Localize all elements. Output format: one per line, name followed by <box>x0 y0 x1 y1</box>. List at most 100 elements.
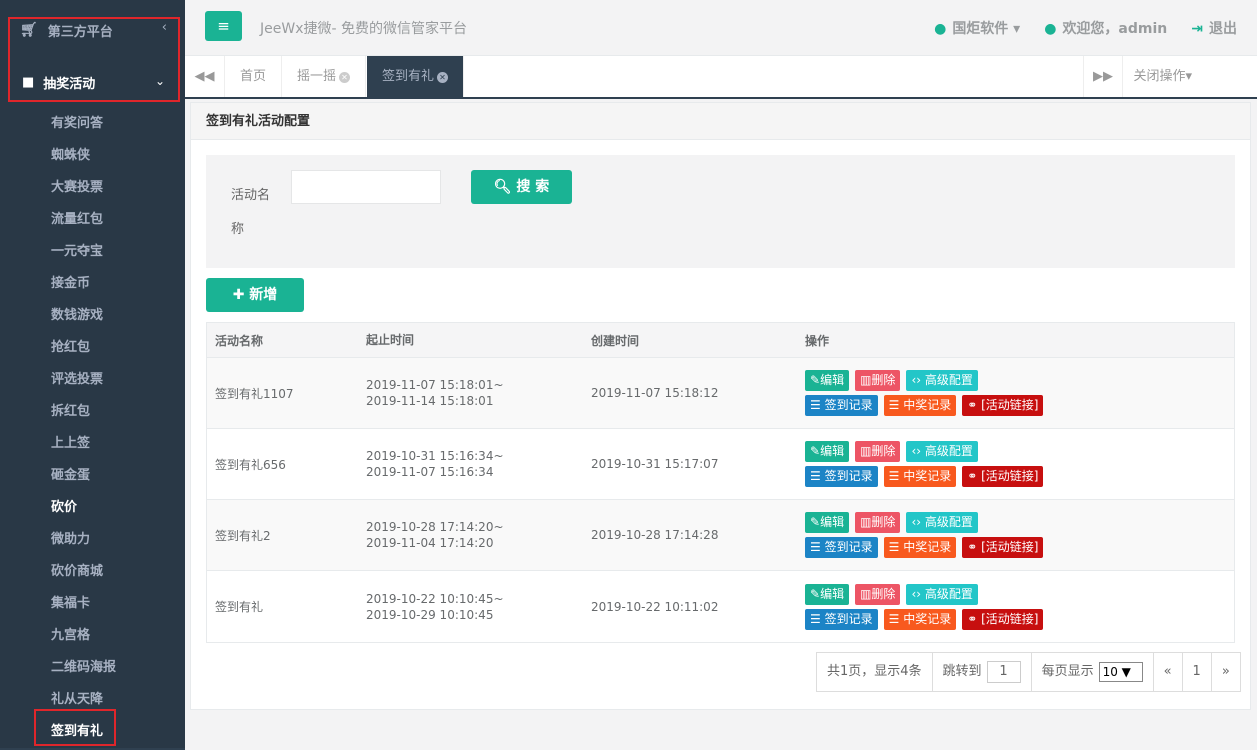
tab-label: 首页 <box>240 69 267 84</box>
sidebar-subitem[interactable]: 大赛投票 <box>0 172 185 204</box>
row-actions: ✎编辑 ▥删除 ‹› 高级配置 ☰ 签到记录 ☰ 中奖记录 ⚭ [活动链接] <box>797 366 1044 420</box>
date-range: 2019-10-28 17:14:20~ 2019-11-04 17:14:20 <box>358 519 583 551</box>
menu-toggle-button[interactable]: ≡ <box>205 11 242 41</box>
sign-out-icon: ⇥ <box>1191 21 1203 37</box>
close-operations-dropdown[interactable]: 关闭操作▾ <box>1122 56 1202 97</box>
link-label: [活动链接] <box>981 469 1039 483</box>
panel-title: 签到有礼活动配置 <box>191 103 1250 140</box>
close-icon[interactable]: ✕ <box>339 72 351 83</box>
edit-button[interactable]: ✎编辑 <box>805 583 850 605</box>
advanced-config-button[interactable]: ‹› 高级配置 <box>906 583 978 605</box>
trash-icon: ▥ <box>860 515 872 529</box>
sign-records-button[interactable]: ☰ 签到记录 <box>805 466 878 487</box>
sidebar-subitem[interactable]: 砍价商城 <box>0 556 185 588</box>
edit-button[interactable]: ✎编辑 <box>805 441 850 462</box>
delete-button[interactable]: ▥删除 <box>855 512 901 533</box>
prev-page-button[interactable]: « <box>1154 653 1183 691</box>
sign-records-button[interactable]: ☰ 签到记录 <box>805 395 878 416</box>
created-time: 2019-11-07 15:18:12 <box>591 386 719 400</box>
sidebar-subitem[interactable]: 微助力 <box>0 524 185 556</box>
code-icon: ‹› <box>911 444 922 458</box>
delete-button[interactable]: ▥删除 <box>855 441 901 462</box>
sidebar-subitem[interactable]: 接金币 <box>0 268 185 300</box>
org-dropdown[interactable]: ● 国炬软件 ▾ <box>934 18 1020 38</box>
search-button-label: 搜 索 <box>516 179 550 195</box>
end-time: 2019-11-07 15:16:34 <box>366 465 494 479</box>
activity-link-button[interactable]: ⚭ [活动链接] <box>962 395 1044 416</box>
activity-name: 签到有礼1107 <box>215 386 294 401</box>
win-records-label: 中奖记录 <box>903 469 952 483</box>
sidebar-subitem[interactable]: 二维码海报 <box>0 652 185 684</box>
delete-button[interactable]: ▥删除 <box>855 370 901 391</box>
search-label: 活动名称 <box>231 188 271 237</box>
top-navbar: ≡ JeeWx捷微- 免费的微信管家平台 ● 国炬软件 ▾ ● 欢迎您，admin … <box>185 0 1257 56</box>
delete-button[interactable]: ▥删除 <box>855 583 901 605</box>
sidebar-subitem[interactable]: 拆红包 <box>0 396 185 428</box>
advanced-config-button[interactable]: ‹› 高级配置 <box>906 441 978 462</box>
sidebar-subitem[interactable]: 流量红包 <box>0 204 185 236</box>
sidebar-subitem[interactable]: 砸金蛋 <box>0 460 185 492</box>
date-range: 2019-11-07 15:18:01~ 2019-11-14 15:18:01 <box>358 377 583 409</box>
column-header: 创建时间 <box>591 333 640 348</box>
activity-name-input[interactable] <box>291 170 441 204</box>
sidebar-subitem[interactable]: 数钱游戏 <box>0 300 185 332</box>
add-button[interactable]: ✚ 新增 <box>206 278 304 312</box>
plus-icon: ✚ <box>232 287 245 303</box>
created-time: 2019-10-28 17:14:28 <box>591 528 719 542</box>
table-icon: ☰ <box>810 398 821 412</box>
sidebar-subitem[interactable]: 评选投票 <box>0 364 185 396</box>
tab-scroll-right-icon[interactable]: ▶▶ <box>1083 56 1123 97</box>
sidebar-subitem[interactable]: 抢红包 <box>0 332 185 364</box>
table-icon: ☰ <box>888 398 900 412</box>
sidebar-subitem[interactable]: 一元夺宝 <box>0 236 185 268</box>
user-menu[interactable]: ● 欢迎您，admin <box>1044 18 1167 38</box>
tab-label: 摇一摇 <box>297 69 337 84</box>
sidebar-subitem[interactable]: 有奖问答 <box>0 108 185 140</box>
pagination: 共1页，显示4条 跳转到 1 每页显示 10 ▼ « 1 » <box>816 652 1241 692</box>
search-button[interactable]: 🔍︎ 搜 索 <box>471 170 572 204</box>
edit-button[interactable]: ✎编辑 <box>805 370 850 391</box>
win-records-button[interactable]: ☰ 中奖记录 <box>883 537 957 558</box>
link-icon: ⚭ <box>967 611 978 626</box>
highlight-box <box>34 709 116 746</box>
jump-page-input[interactable]: 1 <box>986 661 1021 683</box>
table-icon: ☰ <box>810 540 821 554</box>
delete-label: 删除 <box>871 586 896 601</box>
edit-label: 编辑 <box>820 515 845 529</box>
page-number-button[interactable]: 1 <box>1183 653 1212 691</box>
sign-records-button[interactable]: ☰ 签到记录 <box>805 608 878 630</box>
tab-sign-gift[interactable]: 签到有礼 ✕ <box>367 56 465 97</box>
sidebar-subitem[interactable]: 蜘蛛侠 <box>0 140 185 172</box>
activity-link-button[interactable]: ⚭ [活动链接] <box>962 608 1044 630</box>
activity-link-button[interactable]: ⚭ [活动链接] <box>962 537 1044 558</box>
tab-scroll-left-icon[interactable]: ◀◀ <box>185 56 225 97</box>
search-form: 活动名称 🔍︎ 搜 索 <box>206 155 1235 268</box>
advanced-label: 高级配置 <box>924 444 973 458</box>
next-page-button[interactable]: » <box>1212 653 1240 691</box>
win-records-button[interactable]: ☰ 中奖记录 <box>883 395 957 416</box>
logout-link[interactable]: ⇥ 退出 <box>1191 18 1237 38</box>
sidebar-subitem[interactable]: 集福卡 <box>0 588 185 620</box>
table-row: 签到有礼656 2019-10-31 15:16:34~ 2019-11-07 15… <box>207 429 1234 500</box>
sidebar-subitem[interactable]: 砍价 <box>0 492 185 524</box>
advanced-config-button[interactable]: ‹› 高级配置 <box>906 512 978 533</box>
win-records-button[interactable]: ☰ 中奖记录 <box>883 466 957 487</box>
tab-shake[interactable]: 摇一摇 ✕ <box>282 56 367 97</box>
sign-records-button[interactable]: ☰ 签到记录 <box>805 537 878 558</box>
table-row: 签到有礼2 2019-10-28 17:14:20~ 2019-11-04 17:1… <box>207 500 1234 571</box>
table-body: 签到有礼1107 2019-11-07 15:18:01~ 2019-11-14 1… <box>207 358 1234 642</box>
edit-button[interactable]: ✎编辑 <box>805 512 850 533</box>
brand-title: JeeWx捷微- 免费的微信管家平台 <box>260 21 467 37</box>
user-icon: ● <box>1044 21 1057 37</box>
end-time: 2019-11-04 17:14:20 <box>366 536 494 550</box>
advanced-config-button[interactable]: ‹› 高级配置 <box>906 370 978 391</box>
sidebar-subitem[interactable]: 上上签 <box>0 428 185 460</box>
activity-link-button[interactable]: ⚭ [活动链接] <box>962 466 1044 487</box>
win-records-button[interactable]: ☰ 中奖记录 <box>883 608 957 630</box>
link-label: [活动链接] <box>981 611 1039 626</box>
tab-home[interactable]: 首页 <box>225 56 283 97</box>
table-icon: ☰ <box>888 540 900 554</box>
sidebar-subitem[interactable]: 九宫格 <box>0 620 185 652</box>
close-icon[interactable]: ✕ <box>437 72 449 83</box>
per-page-select[interactable]: 10 ▼ <box>1098 662 1143 682</box>
